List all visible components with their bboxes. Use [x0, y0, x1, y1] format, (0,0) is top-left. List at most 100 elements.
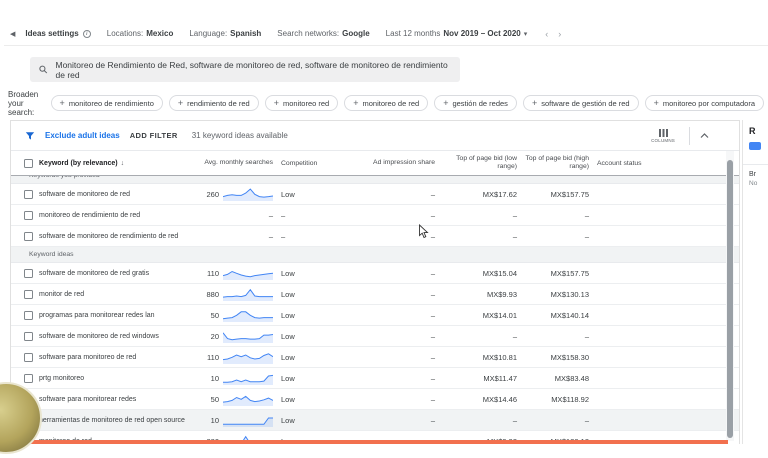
row-checkbox[interactable]: [24, 310, 33, 320]
row-checkbox[interactable]: [24, 373, 33, 383]
broaden-chip[interactable]: + monitoreo por computadora: [644, 95, 764, 111]
row-checkbox[interactable]: [24, 331, 33, 341]
keyword-table-row: software para monitoreo de red 110 Low – MX$…: [11, 347, 739, 368]
bid-low-value: –: [512, 210, 517, 220]
header-bid-low[interactable]: Top of page bid (low range): [441, 155, 523, 172]
select-all-cell: [11, 158, 39, 168]
collapse-table-button[interactable]: [700, 132, 709, 139]
search-trend-sparkline: [223, 353, 273, 364]
header-competition[interactable]: Competition: [279, 160, 351, 167]
broaden-chip[interactable]: + gestión de redes: [434, 95, 517, 111]
avg-monthly-searches-value: –: [268, 231, 273, 241]
chevron-down-icon: ▾: [523, 30, 528, 38]
mouse-cursor: [419, 224, 429, 239]
competition-value: Low: [281, 394, 295, 404]
divider: [743, 164, 768, 165]
search-icon: [39, 65, 48, 74]
row-checkbox-cell: [11, 289, 39, 299]
bid-high-value: MX$157.75: [550, 268, 589, 278]
bid-high-value: MX$158.30: [550, 352, 589, 362]
columns-button[interactable]: COLUMNS: [651, 128, 675, 143]
row-checkbox[interactable]: [24, 189, 33, 199]
competition-value: Low: [281, 310, 295, 320]
broaden-chip[interactable]: + monitoreo red: [264, 95, 339, 111]
chip-label: monitoreo de red: [362, 98, 420, 108]
prev-period-icon[interactable]: ‹: [545, 29, 548, 39]
competition-value: –: [281, 210, 286, 220]
locations-setting[interactable]: Locations: Mexico: [107, 29, 174, 38]
ideas-settings-button[interactable]: Ideas settings i: [25, 29, 91, 38]
back-icon[interactable]: ◀: [10, 30, 15, 38]
search-trend-sparkline: [223, 311, 273, 322]
header-account-status[interactable]: Account status: [595, 160, 725, 167]
bid-high-value: MX$83.48: [554, 373, 589, 383]
select-all-checkbox[interactable]: [24, 158, 33, 168]
date-range-setting[interactable]: Last 12 months Nov 2019 – Oct 2020 ▾: [386, 29, 528, 38]
keyword-text: prtg monitoreo: [39, 374, 85, 382]
keywords-search-input[interactable]: Monitoreo de Rendimiento de Red, softwar…: [30, 57, 460, 82]
filter-toolbar: Exclude adult ideas ADD FILTER 31 keywor…: [11, 121, 739, 151]
broaden-chip[interactable]: + rendimiento de red: [168, 95, 259, 111]
date-range-value: Nov 2019 – Oct 2020: [443, 29, 521, 38]
broaden-chip[interactable]: + monitoreo de rendimiento: [50, 95, 163, 111]
header-avg-searches[interactable]: Avg. monthly searches: [189, 159, 279, 167]
header-ad-share[interactable]: Ad impression share: [351, 159, 441, 167]
row-checkbox-cell: [11, 231, 39, 241]
row-checkbox[interactable]: [24, 268, 33, 278]
ad-impression-share-value: –: [430, 373, 435, 383]
table-scrollbar-thumb[interactable]: [727, 160, 733, 438]
row-checkbox-cell: [11, 268, 39, 278]
avg-monthly-searches-cell: 10: [189, 413, 279, 427]
avg-monthly-searches-cell: 110: [189, 266, 279, 280]
networks-setting[interactable]: Search networks: Google: [277, 29, 369, 38]
row-checkbox-cell: [11, 189, 39, 199]
row-checkbox[interactable]: [24, 289, 33, 299]
chip-label: software de gestión de red: [541, 98, 630, 108]
ad-impression-share-value: –: [430, 331, 435, 341]
broaden-label: Broaden your search:: [8, 89, 39, 117]
row-checkbox[interactable]: [24, 210, 33, 220]
locations-label: Locations:: [106, 29, 144, 38]
keyword-text: software de monitoreo de red: [39, 190, 131, 198]
chip-label: gestión de redes: [452, 98, 508, 108]
bid-low-value: MX$17.62: [482, 189, 517, 199]
keyword-table-row: programas para monitorear redes lan 50 Low…: [11, 305, 739, 326]
header-keyword[interactable]: Keyword (by relevance) ↓: [39, 160, 189, 167]
chip-label: monitoreo red: [282, 98, 330, 108]
competition-value: –: [281, 231, 286, 241]
language-setting[interactable]: Language: Spanish: [189, 29, 261, 38]
broaden-chip[interactable]: + monitoreo de red: [344, 95, 429, 111]
broaden-search-row: Broaden your search: + monitoreo de rendi…: [8, 90, 764, 117]
bid-high-value: –: [584, 231, 589, 241]
header-bid-high[interactable]: Top of page bid (high range): [523, 155, 595, 172]
bid-high-value: MX$140.14: [550, 310, 589, 320]
row-checkbox[interactable]: [24, 352, 33, 362]
refine-panel-cutoff: R Br No: [742, 120, 768, 444]
networks-value: Google: [342, 29, 370, 38]
broaden-chip[interactable]: + software de gestión de red: [522, 95, 639, 111]
next-period-icon[interactable]: ›: [558, 29, 561, 39]
add-filter-button[interactable]: ADD FILTER: [130, 131, 178, 140]
video-progress-bar[interactable]: [0, 440, 728, 444]
search-trend-sparkline: [223, 374, 273, 385]
locations-value: Mexico: [146, 29, 174, 38]
avg-monthly-searches-value: 110: [207, 352, 219, 362]
keyword-table-row: herramientas de monitoreo de red open so…: [11, 410, 739, 431]
avg-monthly-searches-value: 10: [210, 373, 219, 383]
row-checkbox-cell: [11, 310, 39, 320]
row-checkbox[interactable]: [24, 231, 33, 241]
search-trend-sparkline: [223, 417, 273, 427]
avg-monthly-searches-cell: 20: [189, 329, 279, 343]
avg-monthly-searches-cell: –: [189, 211, 279, 220]
keyword-table-row: software de monitoreo de rendimiento de …: [11, 226, 739, 247]
plus-icon: +: [353, 98, 359, 108]
keyword-text: programas para monitorear redes lan: [39, 311, 155, 319]
exclude-adult-ideas-link[interactable]: Exclude adult ideas: [45, 131, 120, 140]
plus-icon: +: [653, 98, 659, 108]
keyword-table-row: software de monitoreo de red gratis 110 Lo…: [11, 263, 739, 284]
date-pager: ‹ ›: [545, 29, 561, 39]
sort-desc-icon: ↓: [120, 159, 125, 167]
ad-impression-share-value: –: [430, 352, 435, 362]
networks-label: Search networks:: [277, 29, 340, 38]
bid-low-value: –: [512, 231, 517, 241]
